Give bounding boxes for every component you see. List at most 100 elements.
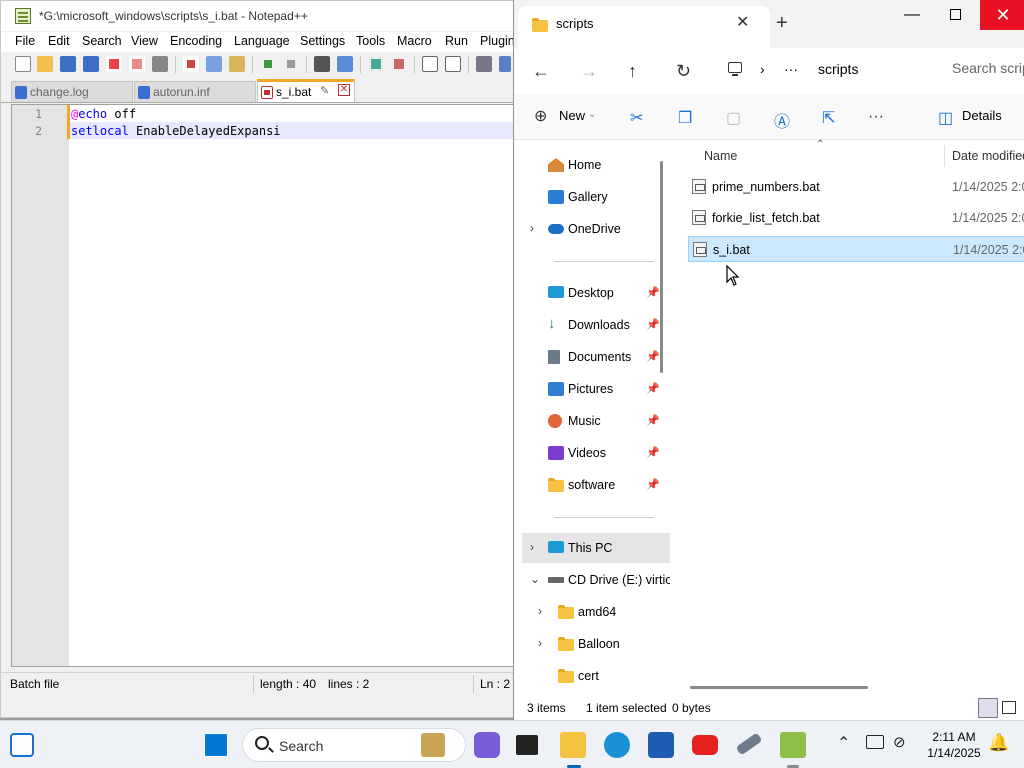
- chevron-right-icon[interactable]: ›: [760, 61, 765, 77]
- menu-settings[interactable]: Settings: [300, 34, 345, 48]
- menu-macro[interactable]: Macro: [397, 34, 432, 48]
- nav-item-amd64[interactable]: › amd64: [530, 597, 670, 627]
- nav-item-pictures[interactable]: Pictures 📌: [522, 374, 670, 404]
- start-icon[interactable]: [204, 733, 228, 757]
- up-icon[interactable]: ↑: [628, 61, 637, 82]
- chevron-down-icon[interactable]: ⌄: [588, 109, 596, 120]
- refresh-icon[interactable]: ↻: [676, 61, 691, 82]
- new-icon[interactable]: ⊕: [534, 106, 547, 126]
- sync-horizontal-icon[interactable]: [445, 56, 461, 72]
- notifications-icon[interactable]: 🔔: [988, 733, 1009, 753]
- task-view-icon[interactable]: [516, 735, 538, 755]
- copy-icon[interactable]: ❐: [678, 108, 692, 128]
- nav-item-gallery[interactable]: Gallery: [522, 182, 670, 212]
- close-all-icon[interactable]: [129, 56, 145, 72]
- copilot-icon[interactable]: [474, 732, 500, 758]
- column-header-date-modified[interactable]: Date modified: [952, 149, 1024, 163]
- nav-item-cd-drive[interactable]: ⌄ CD Drive (E:) virtio-win: [522, 565, 670, 595]
- chevron-right-icon[interactable]: ›: [538, 636, 542, 650]
- tiles-view-icon[interactable]: [1002, 701, 1016, 714]
- pin-icon[interactable]: ✎: [320, 84, 329, 97]
- nav-item-balloon[interactable]: › Balloon: [530, 629, 670, 659]
- nav-item-software[interactable]: software 📌: [522, 470, 670, 500]
- open-file-icon[interactable]: [37, 56, 53, 72]
- replace-icon[interactable]: [337, 56, 353, 72]
- save-icon[interactable]: [60, 56, 76, 72]
- nav-item-downloads[interactable]: ↓ Downloads 📌: [522, 310, 670, 340]
- minimize-icon[interactable]: —: [904, 6, 920, 24]
- explorer-titlebar[interactable]: scripts ✕ + — ✕: [514, 0, 1024, 48]
- save-all-icon[interactable]: [83, 56, 99, 72]
- new-tab-icon[interactable]: +: [776, 12, 788, 35]
- taskbar-search[interactable]: Search: [242, 728, 466, 762]
- word-wrap-icon[interactable]: [476, 56, 492, 72]
- new-button[interactable]: New: [559, 108, 585, 123]
- chevron-right-icon[interactable]: ›: [530, 540, 534, 554]
- tab-change-log[interactable]: change.log: [11, 81, 133, 102]
- code-line-1[interactable]: @echo off: [71, 107, 136, 121]
- chevron-right-icon[interactable]: ›: [538, 604, 542, 618]
- menu-tools[interactable]: Tools: [356, 34, 385, 48]
- tab-close-icon[interactable]: ✕: [338, 84, 350, 96]
- details-view-icon[interactable]: [978, 698, 998, 718]
- sync-vertical-icon[interactable]: [422, 56, 438, 72]
- widgets-icon[interactable]: [10, 733, 34, 757]
- back-icon[interactable]: ←: [532, 61, 550, 82]
- code-editor[interactable]: 1 2 @echo off setlocal EnableDelayedExpa…: [11, 104, 516, 667]
- notepad-plus-plus-icon[interactable]: [780, 732, 806, 758]
- cut-icon[interactable]: [183, 56, 199, 72]
- chevron-right-icon[interactable]: ›: [530, 221, 534, 235]
- more-options-icon[interactable]: ···: [868, 108, 884, 126]
- code-line-2[interactable]: setlocal EnableDelayedExpansi: [71, 124, 281, 138]
- copy-icon[interactable]: [206, 56, 222, 72]
- maximize-icon[interactable]: [950, 9, 961, 20]
- volume-muted-icon[interactable]: ⊘: [893, 733, 906, 751]
- forward-icon[interactable]: →: [580, 61, 598, 82]
- edge-icon[interactable]: [604, 732, 630, 758]
- share-icon[interactable]: ⇱: [822, 108, 835, 128]
- new-file-icon[interactable]: [15, 56, 31, 72]
- nav-item-documents[interactable]: Documents 📌: [522, 342, 670, 372]
- nav-item-videos[interactable]: Videos 📌: [522, 438, 670, 468]
- paste-icon[interactable]: [229, 56, 245, 72]
- tab-autorun-inf[interactable]: autorun.inf: [134, 81, 256, 102]
- rename-icon[interactable]: Ⓐ: [774, 108, 790, 132]
- network-icon[interactable]: [866, 735, 884, 749]
- breadcrumb-more[interactable]: ···: [784, 61, 798, 77]
- file-row[interactable]: prime_numbers.bat 1/14/2025 2:07 AM: [688, 174, 1024, 200]
- horizontal-scrollbar[interactable]: [690, 686, 868, 689]
- nav-item-onedrive[interactable]: › OneDrive: [522, 214, 670, 244]
- zoom-in-icon[interactable]: [368, 56, 384, 72]
- file-explorer-icon[interactable]: [560, 732, 586, 758]
- store-icon[interactable]: [648, 732, 674, 758]
- explorer-tab[interactable]: scripts ✕: [518, 6, 770, 48]
- chevron-down-icon[interactable]: ⌄: [530, 572, 540, 586]
- tab-s-i-bat[interactable]: s_i.bat ✎ ✕: [257, 79, 355, 102]
- zoom-out-icon[interactable]: [391, 56, 407, 72]
- show-all-chars-icon[interactable]: [499, 56, 511, 72]
- column-separator[interactable]: [944, 145, 945, 167]
- undo-icon[interactable]: [260, 56, 276, 72]
- close-file-icon[interactable]: [106, 56, 122, 72]
- taskbar-clock[interactable]: 2:11 AM 1/14/2025: [918, 729, 990, 761]
- menu-edit[interactable]: Edit: [48, 34, 70, 48]
- close-window-icon[interactable]: ✕: [980, 0, 1024, 30]
- details-pane-icon[interactable]: ◫: [938, 108, 953, 128]
- menu-encoding[interactable]: Encoding: [170, 34, 222, 48]
- details-button[interactable]: Details: [962, 108, 1002, 123]
- file-row-selected[interactable]: s_i.bat 1/14/2025 2:09 AM: [688, 236, 1024, 262]
- menu-plugins[interactable]: Plugin: [480, 34, 515, 48]
- usb-drive-icon[interactable]: [735, 732, 763, 756]
- redo-icon[interactable]: [283, 56, 299, 72]
- menu-language[interactable]: Language: [234, 34, 290, 48]
- notepad-titlebar[interactable]: *G:\microsoft_windows\scripts\s_i.bat - …: [1, 1, 515, 31]
- close-tab-icon[interactable]: ✕: [736, 12, 749, 32]
- menu-view[interactable]: View: [131, 34, 158, 48]
- breadcrumb-current[interactable]: scripts: [818, 61, 858, 77]
- file-row[interactable]: forkie_list_fetch.bat 1/14/2025 2:08 AM: [688, 205, 1024, 231]
- paste-icon[interactable]: ▢: [726, 108, 741, 128]
- nav-scrollbar[interactable]: [660, 161, 663, 373]
- youtube-icon[interactable]: [692, 735, 718, 755]
- menu-file[interactable]: File: [15, 34, 35, 48]
- nav-item-home[interactable]: Home: [522, 150, 670, 180]
